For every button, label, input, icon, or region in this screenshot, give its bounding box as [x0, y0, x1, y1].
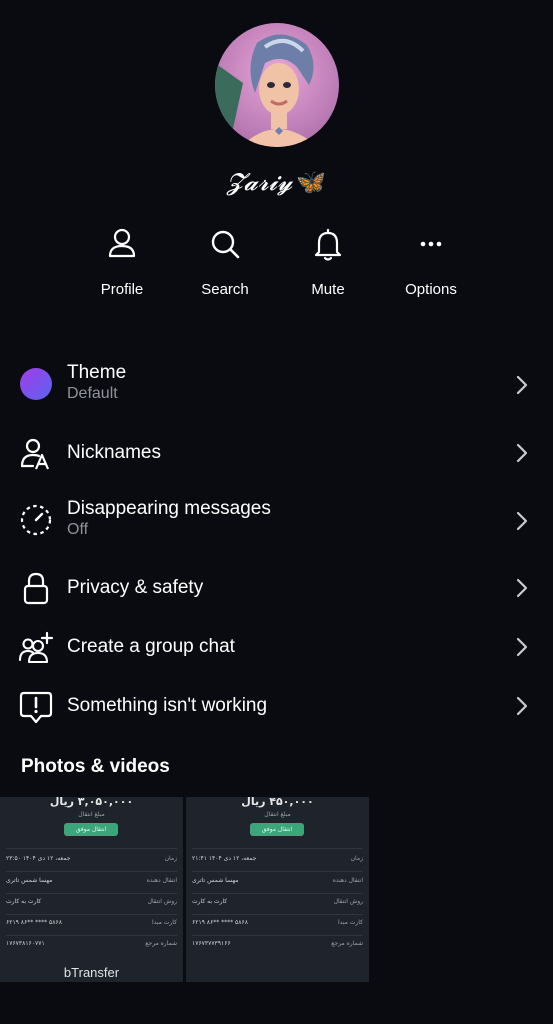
- receipt-row: روش انتقال کارت به کارت: [192, 898, 363, 912]
- person-icon: [108, 228, 136, 258]
- search-button[interactable]: Search: [175, 224, 275, 304]
- profile-name-text: 𝓩𝓪𝓻𝓲𝔂: [226, 168, 293, 196]
- receipt-row: زمان ۲۱:۴۱ جمعه، ۱۲ دی ۱۴۰۴: [192, 855, 363, 869]
- chevron-right-icon: [516, 375, 528, 395]
- media-thumbnail[interactable]: ۳,۰۵۰,۰۰۰ ریال مبلغ انتقال انتقال موفق ز…: [0, 797, 183, 982]
- receipt-row: انتقال دهنده مهسا شمس تاتری: [6, 877, 177, 891]
- divider: [6, 935, 177, 936]
- profile-actions: Profile Search Mute Options: [0, 224, 553, 304]
- receipt-value: ۱۷۶۷۳۸۱۶۰۷۷۱: [6, 940, 45, 947]
- divider: [192, 914, 363, 915]
- receipt-value: کارت به کارت: [192, 898, 228, 905]
- chevron-right-icon: [516, 511, 528, 531]
- menu-row-privacy-safety[interactable]: Privacy & safety: [0, 569, 553, 609]
- receipt-amount: ۳,۰۵۰,۰۰۰ ریال: [49, 797, 134, 808]
- receipt-row: شماره مرجع ۱۷۶۷۳۷۷۳۹۱۶۶: [192, 940, 363, 954]
- profile-button[interactable]: Profile: [72, 224, 172, 304]
- menu-row-report-problem[interactable]: Something isn't working: [0, 687, 553, 727]
- more-icon: [420, 241, 442, 247]
- mute-button-label: Mute: [311, 281, 345, 298]
- receipt-value: مهسا شمس تاتری: [192, 877, 239, 884]
- receipt-value: ۱۷۶۷۳۷۷۳۹۱۶۶: [192, 940, 231, 947]
- receipt-status-badge: انتقال موفق: [250, 823, 304, 836]
- add-group-icon: [18, 631, 54, 664]
- media-grid: ۳,۰۵۰,۰۰۰ ریال مبلغ انتقال انتقال موفق ز…: [0, 797, 370, 982]
- receipt-row: انتقال دهنده مهسا شمس تاتری: [192, 877, 363, 891]
- disappearing-title: Disappearing messages: [67, 498, 271, 519]
- receipt-value: ۲۱:۴۱ جمعه، ۱۲ دی ۱۴۰۴: [192, 855, 257, 862]
- theme-swatch-icon: [20, 368, 52, 400]
- disappearing-subtitle: Off: [67, 521, 89, 538]
- divider: [6, 914, 177, 915]
- receipt-row: روش انتقال کارت به کارت: [6, 898, 177, 912]
- profile-name: 𝓩𝓪𝓻𝓲𝔂 🦋: [0, 168, 553, 202]
- receipt-row: کارت مبدا ۶۲۱۹ ۸۶** **** ۵۸۶۸: [6, 919, 177, 933]
- receipt-key: زمان: [350, 855, 363, 862]
- lock-icon: [23, 572, 49, 605]
- receipt-key: انتقال دهنده: [146, 877, 177, 884]
- media-thumbnail[interactable]: ۴۵۰,۰۰۰ ریال مبلغ انتقال انتقال موفق زما…: [186, 797, 369, 982]
- chevron-right-icon: [516, 637, 528, 657]
- receipt-row: زمان ۲۳:۵۰ جمعه، ۱۲ دی ۱۴۰۴: [6, 855, 177, 869]
- chevron-right-icon: [516, 443, 528, 463]
- bell-icon: [314, 228, 342, 261]
- photos-videos-heading: Photos & videos: [21, 756, 170, 777]
- create-group-title: Create a group chat: [67, 636, 235, 657]
- profile-avatar[interactable]: [215, 23, 339, 147]
- report-problem-icon: [19, 691, 53, 724]
- receipt-amount: ۴۵۰,۰۰۰ ریال: [241, 797, 314, 808]
- divider: [192, 871, 363, 872]
- receipt-amount-label: مبلغ انتقال: [264, 811, 291, 818]
- menu-row-nicknames[interactable]: Nicknames: [0, 434, 553, 474]
- timer-icon: [20, 504, 52, 536]
- report-problem-title: Something isn't working: [67, 695, 268, 716]
- receipt-key: زمان: [164, 855, 177, 862]
- receipt-amount-label: مبلغ انتقال: [78, 811, 105, 818]
- receipt-key: کارت مبدا: [152, 919, 177, 926]
- divider: [192, 893, 363, 894]
- receipt-row: شماره مرجع ۱۷۶۷۳۸۱۶۰۷۷۱: [6, 940, 177, 954]
- divider: [192, 935, 363, 936]
- divider: [6, 848, 177, 849]
- receipt-key: روش انتقال: [147, 898, 177, 905]
- receipt-value: ۲۳:۵۰ جمعه، ۱۲ دی ۱۴۰۴: [6, 855, 71, 862]
- menu-row-theme[interactable]: Theme Default: [0, 360, 553, 410]
- menu-row-disappearing-messages[interactable]: Disappearing messages Off: [0, 496, 553, 546]
- options-button-label: Options: [405, 281, 457, 298]
- profile-button-label: Profile: [100, 281, 144, 298]
- menu-row-create-group[interactable]: Create a group chat: [0, 628, 553, 668]
- theme-title: Theme: [67, 362, 127, 383]
- options-button[interactable]: Options: [381, 224, 481, 304]
- search-icon: [211, 230, 240, 259]
- receipt-value: ۶۲۱۹ ۸۶** **** ۵۸۶۸: [6, 919, 62, 926]
- chevron-right-icon: [516, 696, 528, 716]
- receipt-value: مهسا شمس تاتری: [6, 877, 53, 884]
- receipt-key: انتقال دهنده: [332, 877, 363, 884]
- btransfer-logo: bTransfer: [63, 965, 120, 980]
- nickname-icon: [20, 438, 50, 470]
- receipt-key: کارت مبدا: [338, 919, 363, 926]
- receipt-row: کارت مبدا ۶۲۱۹ ۸۶** **** ۵۸۶۸: [192, 919, 363, 933]
- receipt-value: کارت به کارت: [6, 898, 42, 905]
- divider: [6, 871, 177, 872]
- chevron-right-icon: [516, 578, 528, 598]
- theme-subtitle: Default: [67, 385, 118, 402]
- butterfly-emoji: 🦋: [296, 168, 327, 196]
- receipt-key: شماره مرجع: [145, 940, 177, 947]
- mute-button[interactable]: Mute: [278, 224, 378, 304]
- privacy-title: Privacy & safety: [67, 577, 204, 598]
- divider: [192, 848, 363, 849]
- receipt-value: ۶۲۱۹ ۸۶** **** ۵۸۶۸: [192, 919, 248, 926]
- receipt-key: شماره مرجع: [331, 940, 363, 947]
- receipt-key: روش انتقال: [333, 898, 363, 905]
- search-button-label: Search: [201, 281, 249, 298]
- receipt-status-badge: انتقال موفق: [64, 823, 118, 836]
- divider: [6, 893, 177, 894]
- nicknames-title: Nicknames: [67, 442, 161, 463]
